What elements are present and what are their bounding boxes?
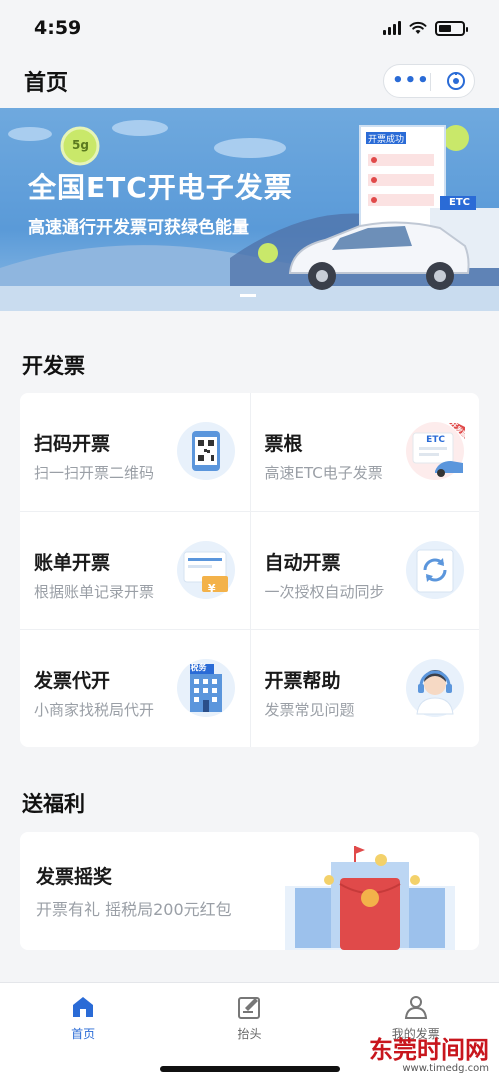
tax-office-invoice-card[interactable]: 发票代开 小商家找税局代开 税务 <box>20 629 250 747</box>
sync-icon <box>406 541 464 599</box>
card-title: 发票摇奖 <box>36 866 113 888</box>
invoice-grid: 扫码开票 扫一扫开票二维码 票根 高速ETC电子发票 ETC 开发票 账单开票 … <box>20 393 479 747</box>
tab-label: 抬头 <box>237 1027 262 1041</box>
red-envelope-building-icon <box>285 846 455 950</box>
tab-label: 首页 <box>71 1027 96 1041</box>
user-icon <box>404 996 427 1019</box>
battery-icon <box>435 20 468 36</box>
bill-invoice-card[interactable]: 账单开票 根据账单记录开票 ¥ <box>20 511 250 629</box>
ticket-stub-card[interactable]: 票根 高速ETC电子发票 ETC 开发票 <box>249 393 480 511</box>
cellular-signal-icon <box>383 21 401 35</box>
promo-banner[interactable]: 5g 开票成功 ETC 全国ETC开电子发票 高速通行开发票可获绿色能量 <box>0 108 499 311</box>
banner-5g-badge: 5g <box>72 138 89 152</box>
more-menu-button[interactable]: ••• <box>392 72 430 90</box>
card-desc: 开票有礼 摇税局200元红包 <box>36 900 232 919</box>
bill-icon <box>176 541 235 599</box>
wifi-icon <box>409 21 427 34</box>
banner-subtitle: 高速通行开发票可获绿色能量 <box>28 218 249 238</box>
status-time: 4:59 <box>34 17 82 39</box>
scan-invoice-card[interactable]: 扫码开票 扫一扫开票二维码 <box>20 393 250 511</box>
invoice-lottery-card[interactable]: 发票摇奖 开票有礼 摇税局200元红包 <box>20 832 479 950</box>
home-indicator <box>160 1066 340 1072</box>
auto-invoice-card[interactable]: 自动开票 一次授权自动同步 <box>249 511 479 629</box>
edit-document-icon <box>238 997 261 1019</box>
banner-title: 全国ETC开电子发票 <box>28 171 293 204</box>
status-bar: 4:59 <box>0 0 499 56</box>
qr-code-icon <box>176 422 235 480</box>
home-icon <box>73 997 94 1017</box>
welfare-section-title: 送福利 <box>22 792 85 816</box>
etc-icon-label: ETC <box>426 435 445 445</box>
watermark: 东莞时间网 www.timedg.com <box>369 1030 489 1074</box>
miniapp-capsule: ••• <box>383 64 475 98</box>
support-agent-icon <box>406 659 464 717</box>
bill-icon-label: ¥ <box>207 582 216 595</box>
tax-icon-label: 税务 <box>190 663 207 672</box>
status-icons <box>383 20 468 36</box>
close-target-icon[interactable] <box>446 71 466 91</box>
watermark-main: 东莞时间网 <box>369 1035 489 1064</box>
invoice-section-title: 开发票 <box>22 354 85 378</box>
tab-home[interactable]: 首页 <box>23 993 143 1082</box>
invoice-help-card[interactable]: 开票帮助 发票常见问题 <box>249 629 479 747</box>
banner-sign-text: 开票成功 <box>368 135 405 145</box>
banner-etc-sign: ETC <box>449 197 470 208</box>
page-header: 首页 ••• <box>0 56 499 106</box>
page-title: 首页 <box>24 71 69 96</box>
